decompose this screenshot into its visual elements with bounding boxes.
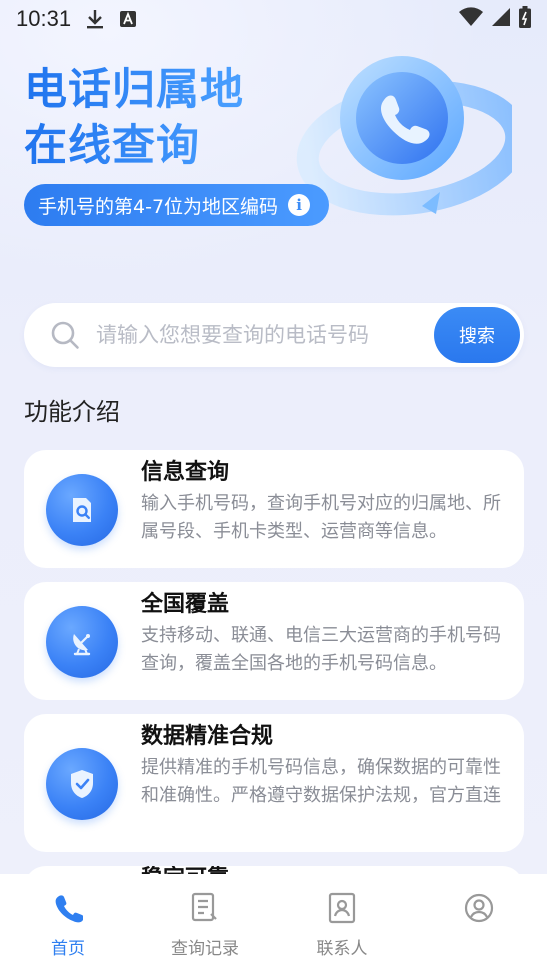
- profile-icon: [461, 890, 497, 926]
- feature-desc: 支持移动、联通、电信三大运营商的手机号码查询，覆盖全国各地的手机号码信息。: [141, 625, 501, 674]
- hero-title-line1: 电话归属地: [24, 65, 244, 115]
- area-code-tip: 手机号的第4-7位为地区编码 i: [24, 184, 329, 226]
- phone-icon: [50, 890, 86, 926]
- tab-label: 首页: [51, 939, 85, 959]
- features-section-title: 功能介绍: [24, 398, 120, 426]
- tab-query-records[interactable]: 查询记录: [145, 874, 265, 974]
- feature-desc: 输入手机号码，查询手机号对应的归属地、所属号段、手机卡类型、运营商等信息。: [141, 493, 501, 542]
- battery-icon: [519, 5, 531, 33]
- document-search-icon: [46, 474, 118, 546]
- search-button[interactable]: 搜索: [434, 307, 520, 363]
- feature-title: 数据精准合规: [141, 724, 274, 749]
- font-a-icon: [119, 10, 137, 28]
- record-icon: [187, 890, 223, 926]
- tab-label: 查询记录: [171, 939, 239, 959]
- hero-title: 电话归属地 在线查询: [24, 62, 244, 174]
- feature-card-data-accuracy[interactable]: 数据精准合规 提供精准的手机号码信息，确保数据的可靠性和准确性。严格遵守数据保护…: [24, 714, 524, 852]
- feature-desc: 提供精准的手机号码信息，确保数据的可靠性和准确性。严格遵守数据保护法规，官方直连: [141, 757, 501, 806]
- phone-search-bar: 搜索: [24, 303, 524, 367]
- bottom-tab-bar: 首页 查询记录 联系人: [0, 874, 547, 974]
- tab-home[interactable]: 首页: [8, 874, 128, 974]
- signal-icon: [491, 7, 511, 32]
- status-time: 10:31: [16, 6, 72, 31]
- satellite-dish-icon: [46, 606, 118, 678]
- feature-card-info-query[interactable]: 信息查询 输入手机号码，查询手机号对应的归属地、所属号段、手机卡类型、运营商等信…: [24, 450, 524, 568]
- contacts-icon: [324, 890, 360, 926]
- tab-contacts[interactable]: 联系人: [282, 874, 402, 974]
- info-icon[interactable]: i: [288, 194, 311, 216]
- search-icon: [48, 318, 82, 352]
- feature-title: 全国覆盖: [141, 592, 230, 617]
- download-icon: [85, 8, 105, 30]
- feature-title: 信息查询: [141, 460, 230, 485]
- tab-profile[interactable]: [419, 874, 539, 974]
- area-code-tip-text: 手机号的第4-7位为地区编码: [38, 195, 279, 218]
- shield-check-icon: [46, 748, 118, 820]
- status-bar: 10:31: [0, 0, 547, 38]
- wifi-icon: [459, 6, 483, 32]
- hero-title-line2: 在线查询: [24, 121, 200, 171]
- feature-card-nationwide[interactable]: 全国覆盖 支持移动、联通、电信三大运营商的手机号码查询，覆盖全国各地的手机号码信…: [24, 582, 524, 700]
- phone-search-input[interactable]: [96, 323, 426, 347]
- tab-label: 联系人: [316, 939, 368, 959]
